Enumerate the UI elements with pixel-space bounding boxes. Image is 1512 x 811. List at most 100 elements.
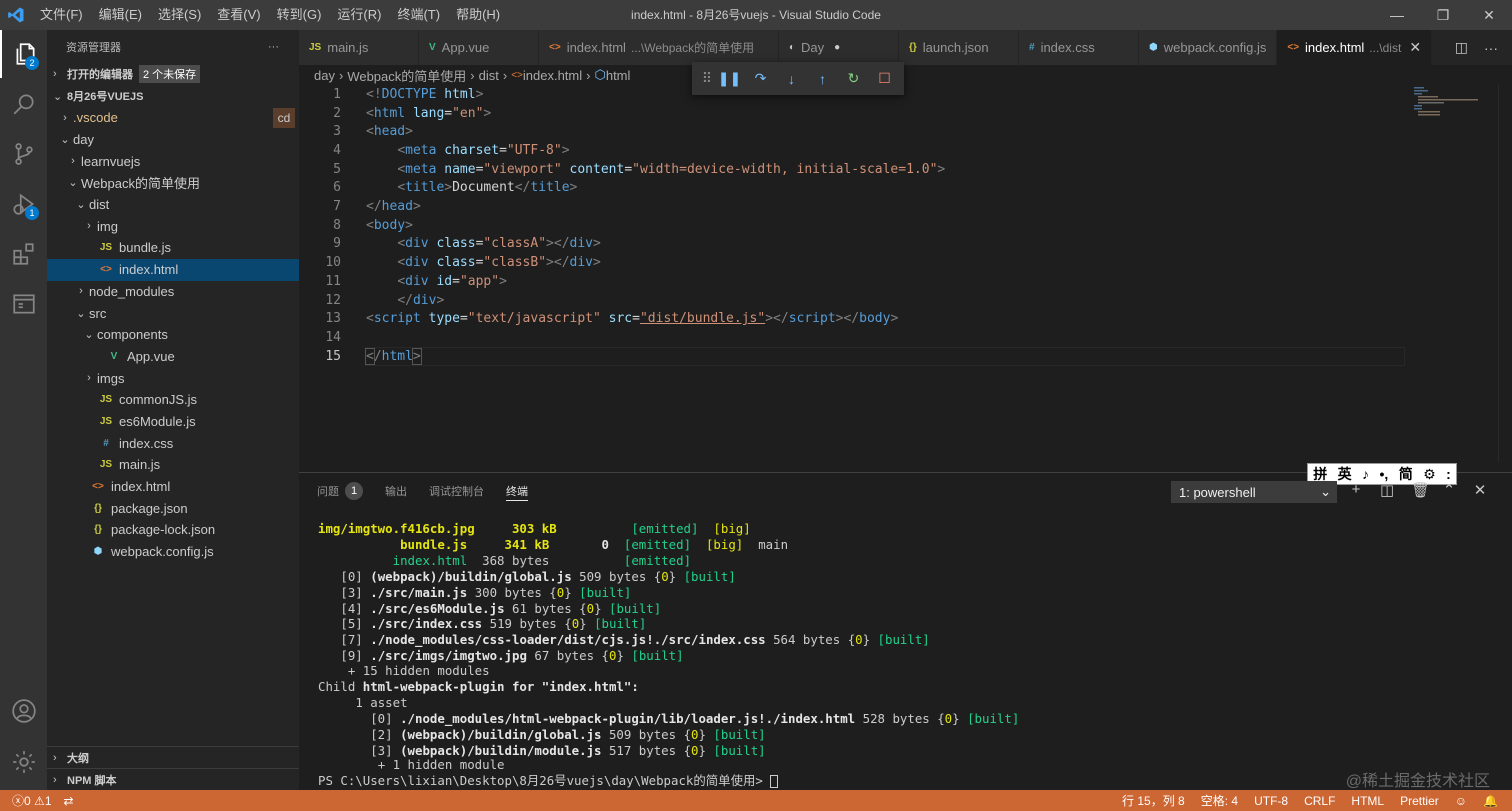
tree-item[interactable]: <> index.html [47, 476, 299, 498]
menu-item-5[interactable]: 运行(R) [329, 0, 389, 30]
tree-item[interactable]: JS main.js [47, 454, 299, 476]
trash-icon[interactable]: 🗑 [1411, 481, 1430, 499]
minimize-icon[interactable]: — [1374, 0, 1420, 30]
menu-item-4[interactable]: 转到(G) [269, 0, 330, 30]
ime-button[interactable]: •, [1379, 466, 1388, 482]
ime-button[interactable]: ⚙ [1423, 466, 1436, 483]
tree-item[interactable]: ⬢ webpack.config.js [47, 541, 299, 563]
tree-item[interactable]: <> index.html [47, 258, 299, 281]
cursor-position[interactable]: 行 15，列 8 [1122, 792, 1185, 809]
close-window-icon[interactable]: ✕ [1466, 0, 1512, 30]
debug-attach-icon[interactable]: ⇄ [64, 794, 74, 808]
breadcrumb-item[interactable]: Webpack的简单使用 [347, 66, 466, 85]
npm-scripts-section[interactable]: › NPM 脚本 [47, 768, 299, 790]
outline-section[interactable]: › 大纲 [47, 746, 299, 768]
tree-item[interactable]: JS es6Module.js [47, 411, 299, 433]
stop-icon[interactable]: ☐ [869, 70, 900, 87]
tab-problems[interactable]: 问题 1 [317, 473, 363, 509]
restore-icon[interactable]: ❐ [1420, 0, 1466, 30]
more-actions-icon[interactable]: ··· [1484, 40, 1498, 56]
tab-webpack-config-js[interactable]: ⬢ webpack.config.js [1139, 30, 1278, 65]
close-panel-icon[interactable]: ✕ [1473, 481, 1487, 499]
bell-icon[interactable]: 🔔 [1483, 794, 1498, 808]
tree-item[interactable]: # index.css [47, 432, 299, 454]
step-into-icon[interactable]: ↓ [776, 71, 807, 87]
pause-icon[interactable]: ❚❚ [714, 70, 745, 87]
drag-handle-icon[interactable]: ⠿ [700, 70, 714, 87]
terminal-line: [0] ./node_modules/html-webpack-plugin/l… [370, 711, 1020, 726]
search-icon[interactable] [0, 80, 47, 128]
tree-item[interactable]: › img [47, 215, 299, 237]
tab-index-css[interactable]: # index.css [1019, 30, 1139, 65]
breadcrumb-item[interactable]: dist [479, 68, 499, 83]
tree-item[interactable]: JS commonJS.js [47, 389, 299, 411]
restart-icon[interactable]: ↻ [838, 70, 869, 87]
tree-item[interactable]: {} package.json [47, 497, 299, 519]
tab-output[interactable]: 输出 [385, 473, 407, 509]
menu-bar: 文件(F) 编辑(E) 选择(S) 查看(V) 转到(G) 运行(R) 终端(T) 帮助(H) [32, 0, 508, 30]
ime-button[interactable]: : [1446, 466, 1451, 482]
tree-item[interactable]: › node_modules [47, 281, 299, 303]
extensions-icon[interactable] [0, 230, 47, 278]
terminal-select[interactable]: 1: powershell ⌄ [1171, 481, 1337, 503]
menu-item-1[interactable]: 编辑(E) [91, 0, 150, 30]
step-over-icon[interactable]: ↷ [745, 70, 776, 87]
close-tab-icon[interactable]: ✕ [1409, 39, 1421, 56]
tree-item[interactable]: ⌄ dist [47, 194, 299, 216]
split-terminal-icon[interactable]: ◫ [1380, 481, 1394, 499]
tab-index-html[interactable]: <> index.html ...\Webpack的简单使用 [539, 30, 779, 65]
unsaved-dot-icon[interactable]: ● [834, 42, 840, 53]
feedback-icon[interactable]: ☺ [1455, 794, 1467, 808]
step-out-icon[interactable]: ↑ [807, 71, 838, 87]
settings-gear-icon[interactable] [0, 738, 47, 786]
split-editor-icon[interactable]: ◫ [1455, 39, 1468, 56]
line-ending[interactable]: CRLF [1304, 794, 1335, 808]
tree-item[interactable]: ⌄ day [47, 129, 299, 151]
menu-item-2[interactable]: 选择(S) [150, 0, 209, 30]
ime-button[interactable]: ♪ [1362, 466, 1369, 482]
source-control-icon[interactable] [0, 130, 47, 178]
maximize-panel-icon[interactable]: ⌃ [1442, 481, 1456, 499]
menu-item-6[interactable]: 终端(T) [389, 0, 448, 30]
menu-item-7[interactable]: 帮助(H) [448, 0, 508, 30]
account-icon[interactable] [0, 687, 47, 735]
tree-item[interactable]: › .vscode cd [47, 107, 299, 129]
breadcrumb-item[interactable]: html [606, 68, 631, 83]
tree-item[interactable]: ⌄ Webpack的简单使用 [47, 172, 299, 194]
tab-launch-json[interactable]: {} launch.json [899, 30, 1019, 65]
breadcrumb-item[interactable]: day [314, 68, 335, 83]
tab-terminal[interactable]: 终端 [506, 481, 528, 501]
prettier-status[interactable]: Prettier [1400, 794, 1439, 808]
tree-item[interactable]: › learnvuejs [47, 150, 299, 172]
tab-main-js[interactable]: JS main.js [299, 30, 419, 65]
menu-item-3[interactable]: 查看(V) [209, 0, 268, 30]
problems-status[interactable]: ⓧ0 ⚠1 [12, 792, 52, 809]
tree-item[interactable]: ⌄ components [47, 324, 299, 346]
tree-item[interactable]: › imgs [47, 367, 299, 389]
more-actions-icon[interactable]: ··· [268, 41, 279, 53]
language-mode[interactable]: HTML [1351, 794, 1384, 808]
tab-index-html[interactable]: <> index.html ...\dist ✕ [1277, 30, 1433, 65]
workspace-section[interactable]: ⌄ 8月26号VUEJS [47, 85, 299, 107]
menu-item-0[interactable]: 文件(F) [32, 0, 91, 30]
new-terminal-icon[interactable]: + [1349, 481, 1363, 499]
tab-debug-console[interactable]: 调试控制台 [429, 473, 484, 509]
indentation[interactable]: 空格: 4 [1201, 792, 1238, 809]
terminal-prompt[interactable]: PS C:\Users\lixian\Desktop\8月26号vuejs\da… [318, 773, 779, 789]
explorer-icon[interactable]: 2 [0, 30, 47, 78]
open-editors-section[interactable]: › 打开的编辑器 2 个未保存 [47, 63, 299, 85]
remote-explorer-icon[interactable] [0, 280, 47, 328]
minimap[interactable] [1410, 85, 1500, 125]
tab-day[interactable]: ◐ Day ● [779, 30, 899, 65]
tree-item[interactable]: JS bundle.js [47, 237, 299, 259]
vertical-scrollbar[interactable] [1498, 85, 1512, 462]
tree-item[interactable]: V App.vue [47, 346, 299, 368]
code-editor[interactable]: 1 <!DOCTYPE html> 2 <html lang="en"> 3 <hea… [299, 85, 1512, 462]
chevron-right-icon: › [53, 68, 57, 80]
tree-item[interactable]: ⌄ src [47, 302, 299, 324]
tab-app-vue[interactable]: V App.vue [419, 30, 539, 65]
run-debug-icon[interactable]: 1 [0, 180, 47, 228]
encoding[interactable]: UTF-8 [1254, 794, 1288, 808]
tree-item[interactable]: {} package-lock.json [47, 519, 299, 541]
breadcrumb-item[interactable]: index.html [523, 68, 582, 83]
